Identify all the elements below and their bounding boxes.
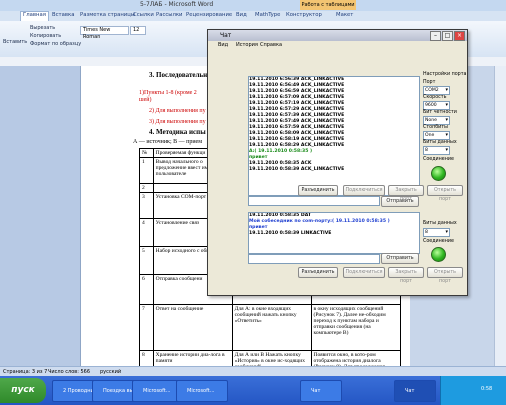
table-cell: 7 xyxy=(139,304,154,351)
parity-select[interactable]: None xyxy=(423,116,450,125)
stopbits-select[interactable]: One xyxy=(423,131,450,140)
menu-history[interactable]: История xyxy=(236,42,258,48)
ribbon-tabs: Главная Вставка Разметка страницы Ссылки… xyxy=(0,11,506,21)
legend-text: А — источник; В — прием xyxy=(133,139,202,145)
font-name-select[interactable]: Times New Roman xyxy=(80,26,129,40)
red-note-1: 1)Пункты 1-8 (кроме 2 xyxy=(139,90,197,96)
open-port-button-2[interactable]: Открыть порт xyxy=(427,267,463,284)
close-icon[interactable]: × xyxy=(454,31,465,41)
connection-label-2: Соединение xyxy=(423,239,454,244)
table-cell: 5 xyxy=(139,246,154,275)
font-size-select[interactable]: 12 xyxy=(130,26,146,35)
close-port-button-1[interactable]: Закрыть порт xyxy=(388,185,424,202)
tab-table-layout[interactable]: Макет xyxy=(336,12,353,18)
paste-button[interactable]: Вставить xyxy=(3,39,27,45)
heading-sequence: 3. Последовательн xyxy=(149,71,208,79)
word-title-bar: 5-7ЛАБ - Microsoft Word xyxy=(0,0,506,11)
databits-label: Биты данных xyxy=(423,140,457,145)
red-note-3: 3) Для выполнения пу xyxy=(149,119,206,125)
table-cell: Для А: в окне входящих сообщений нажать … xyxy=(231,304,312,351)
connection-indicator-icon xyxy=(431,166,446,181)
stopbits-label: Стопбиты xyxy=(423,125,448,130)
table-cell: 6 xyxy=(139,274,154,305)
start-button[interactable]: пуск xyxy=(0,378,46,403)
chat-title-bar[interactable]: Чат – □ × xyxy=(208,30,467,41)
databits-select-2[interactable]: 8 xyxy=(423,228,450,237)
open-port-button-1[interactable]: Открыть порт xyxy=(427,185,463,202)
table-cell: 3 xyxy=(139,192,154,219)
send-button-2[interactable]: Отправить xyxy=(381,253,419,264)
clock: 0:58 xyxy=(481,386,493,392)
word-title: 5-7ЛАБ - Microsoft Word xyxy=(140,1,214,8)
tab-design[interactable]: Конструктор xyxy=(286,12,322,18)
tab-insert[interactable]: Вставка xyxy=(52,12,74,18)
connect-button-1[interactable]: Подключиться xyxy=(343,185,385,196)
status-words: Число слов: 566 xyxy=(48,369,91,375)
speed-label: Скорость xyxy=(423,95,447,100)
left-margin xyxy=(0,66,80,366)
minimize-icon[interactable]: – xyxy=(430,31,441,41)
maximize-icon[interactable]: □ xyxy=(442,31,453,41)
chat-menu: Вид История Справка xyxy=(208,41,467,50)
incoming-log-2[interactable]: 19.11.2010 0:58:35 DAT Мой собеседник по … xyxy=(248,212,420,254)
system-tray: 0:58 xyxy=(440,376,506,405)
incoming-log[interactable]: 19.11.2010 6:56:39 ACK_LINKACTIVE 19.11.2… xyxy=(248,76,420,196)
message-input-1[interactable] xyxy=(248,196,380,206)
vertical-scrollbar[interactable] xyxy=(494,66,506,366)
connection-label: Соединение xyxy=(423,157,454,162)
tab-mathtype[interactable]: MathType xyxy=(255,12,280,18)
table-header-num: № xyxy=(139,148,154,158)
tab-layout[interactable]: Разметка страницы xyxy=(80,12,135,18)
task-word-2[interactable]: Microsoft... xyxy=(176,380,228,402)
red-note-1b: шей) xyxy=(139,97,152,103)
format-painter-button[interactable]: Формат по образцу xyxy=(30,41,81,47)
task-chat-2[interactable]: Чат xyxy=(394,380,436,402)
disconnect-button-2[interactable]: Разъединить xyxy=(298,267,338,278)
port-select[interactable]: COM2 xyxy=(423,86,450,95)
table-cell: 1 xyxy=(139,157,154,184)
table-cell: в окну исходящих сообщений (Рисунок 7). … xyxy=(310,304,402,351)
tab-review[interactable]: Рецензирование xyxy=(186,12,232,18)
log-line: 19.11.2010 0:58:39 ACK_LINKACTIVE xyxy=(249,167,345,172)
red-note-2: 2) Для выполнения пу xyxy=(149,108,206,114)
disconnect-button-1[interactable]: Разъединить xyxy=(298,185,338,196)
table-cell: 4 xyxy=(139,218,154,247)
task-chat-1[interactable]: Чат xyxy=(300,380,342,402)
table-cell: 2 xyxy=(139,183,154,193)
menu-view[interactable]: Вид xyxy=(218,42,228,48)
status-page: Страница: 3 из 7 xyxy=(3,369,48,375)
log-line: 19.11.2010 0:58:39 LINKACTIVE xyxy=(249,231,332,236)
tab-references[interactable]: Ссылки xyxy=(133,12,154,18)
menu-help[interactable]: Справка xyxy=(260,42,282,48)
context-tab[interactable]: Работа с таблицами xyxy=(300,0,356,10)
tab-view[interactable]: Вид xyxy=(236,12,247,18)
status-lang: русский xyxy=(100,369,122,375)
copy-button[interactable]: Копировать xyxy=(30,33,61,39)
message-input-2[interactable] xyxy=(248,254,380,264)
cut-button[interactable]: Вырезать xyxy=(30,25,55,31)
chat-title: Чат xyxy=(220,32,232,39)
port-label: Порт xyxy=(423,80,436,85)
chat-window: Чат – □ × Вид История Справка 19.11.2010… xyxy=(207,29,468,296)
close-port-button-2[interactable]: Закрыть порт xyxy=(388,267,424,284)
tab-mailings[interactable]: Рассылки xyxy=(156,12,182,18)
databits-label-2: Биты данных xyxy=(423,221,457,226)
speed-select[interactable]: 9600 xyxy=(423,101,450,110)
databits-select[interactable]: 8 xyxy=(423,146,450,155)
connect-button-2[interactable]: Подключиться xyxy=(343,267,385,278)
heading-method: 4. Методика испы xyxy=(149,128,206,136)
table-cell: Ответ на сообщение xyxy=(152,304,233,351)
parity-label: Бит четности xyxy=(423,110,457,115)
tab-home[interactable]: Главная xyxy=(20,11,49,21)
connection-indicator-icon-2 xyxy=(431,247,446,262)
settings-header: Настройки порта xyxy=(423,72,467,77)
